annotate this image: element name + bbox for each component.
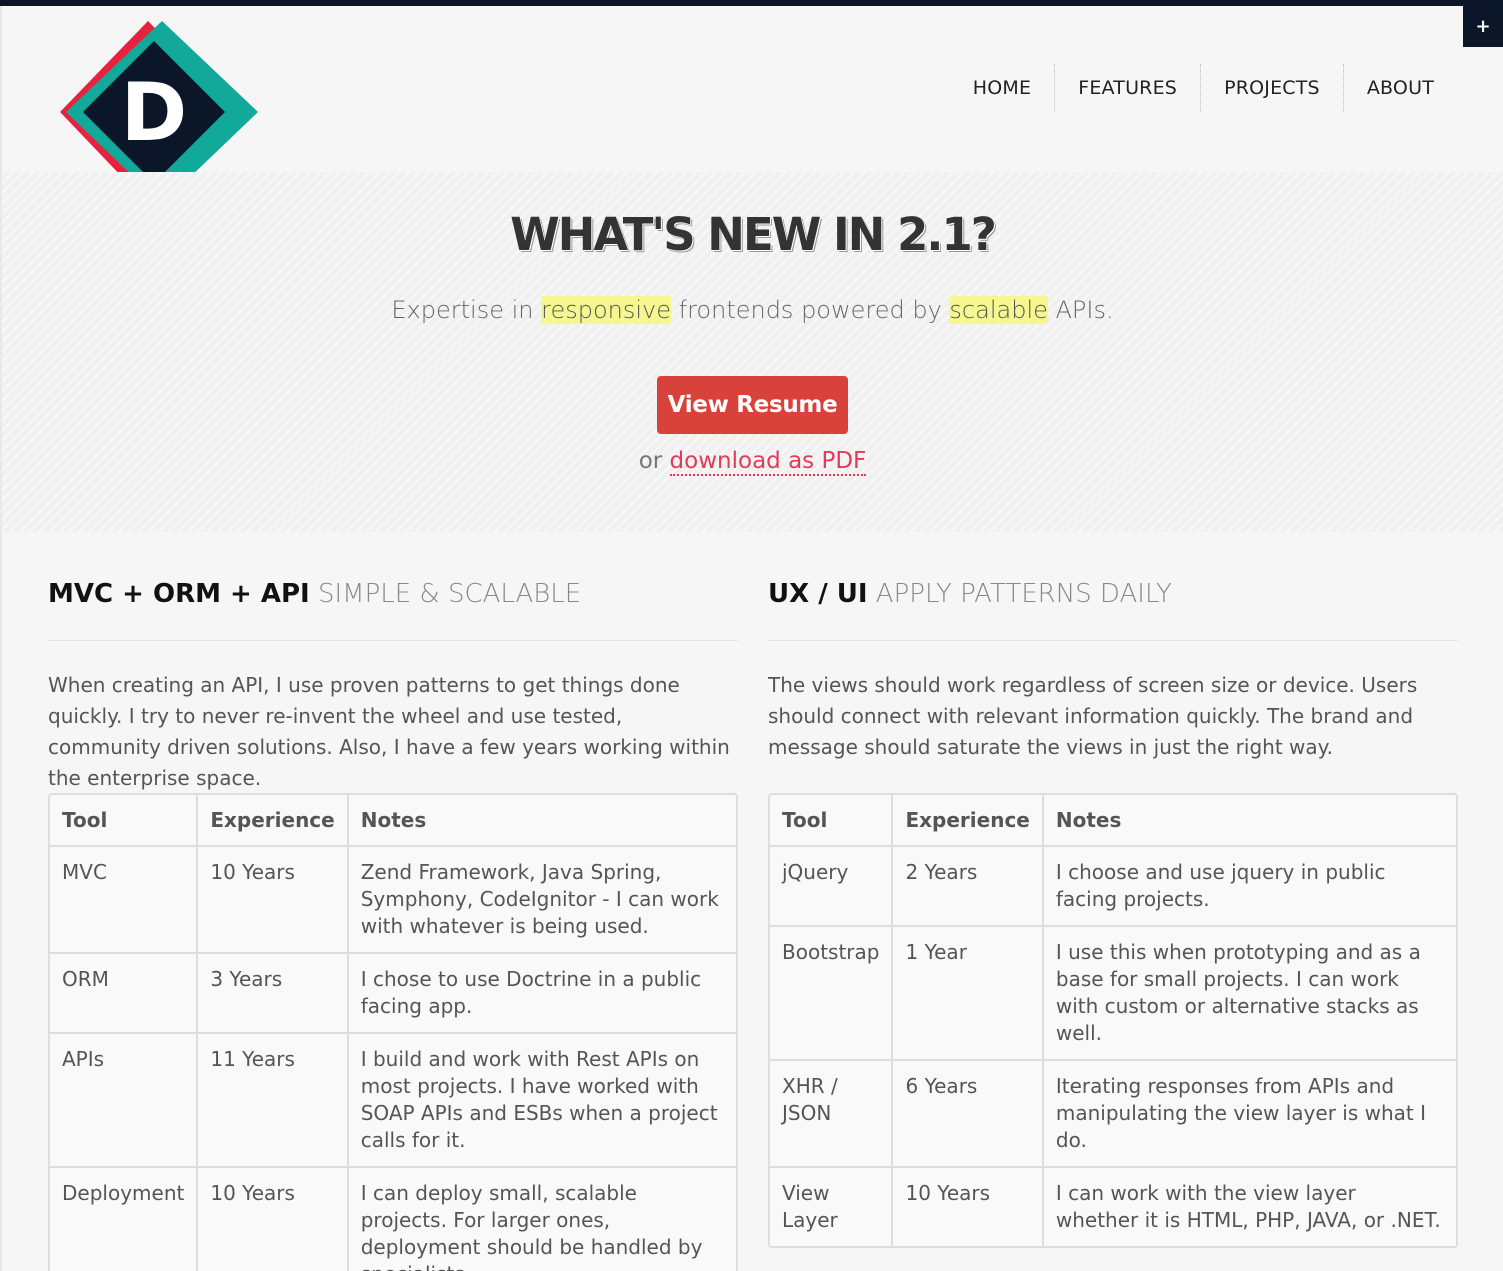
table-row: MVC 10 Years Zend Framework, Java Spring… [50, 845, 736, 952]
cell-notes: I build and work with Rest APIs on most … [346, 1032, 736, 1166]
divider [768, 640, 1458, 641]
cell-tool: APIs [50, 1032, 197, 1166]
backend-column: MVC + ORM + API SIMPLE & SCALABLE When c… [48, 575, 738, 1271]
cell-notes: I use this when prototyping and as a bas… [1041, 925, 1456, 1059]
cell-tool: ORM [50, 952, 197, 1032]
view-resume-button[interactable]: View Resume [657, 376, 848, 434]
main-nav: HOME FEATURES PROJECTS ABOUT [950, 64, 1457, 112]
frontend-description: The views should work regardless of scre… [768, 673, 1418, 759]
table-row: ORM 3 Years I chose to use Doctrine in a… [50, 952, 736, 1032]
tagline-part-1: Expertise in [391, 296, 542, 324]
cell-experience: 10 Years [196, 845, 347, 952]
hero-section: WHAT'S NEW IN 2.1? Expertise in responsi… [2, 172, 1503, 532]
column-header-tool: Tool [62, 808, 108, 832]
cell-notes: I can work with the view layer whether i… [1041, 1166, 1456, 1246]
hero-tagline: Expertise in responsive frontends powere… [2, 296, 1503, 324]
frontend-column: UX / UI APPLY PATTERNS DAILY The views s… [768, 575, 1458, 1248]
cell-tool: Bootstrap [770, 925, 892, 1059]
frontend-heading-main: UX / UI [768, 579, 868, 609]
tagline-part-3: APIs. [1047, 296, 1114, 324]
cell-notes: Zend Framework, Java Spring, Symphony, C… [346, 845, 736, 952]
cell-experience: 2 Years [891, 845, 1042, 925]
logo-letter: D [121, 66, 187, 159]
cell-notes: I can deploy small, scalable projects. F… [346, 1166, 736, 1271]
top-strip [0, 0, 1503, 6]
table-row: XHR / JSON 6 Years Iterating responses f… [770, 1059, 1456, 1166]
column-header-notes: Notes [346, 795, 736, 845]
tagline-highlight-responsive: responsive [541, 296, 671, 324]
nav-about[interactable]: ABOUT [1342, 64, 1457, 112]
cell-notes: I chose to use Doctrine in a public faci… [346, 952, 736, 1032]
backend-heading-sub: SIMPLE & SCALABLE [309, 579, 582, 609]
nav-projects[interactable]: PROJECTS [1200, 64, 1343, 112]
frontend-tools-table: Tool Experience Notes jQuery 2 Years I c… [768, 793, 1458, 1248]
table-header-row: Tool Experience Notes [770, 795, 1456, 845]
column-header-tool: Tool [782, 808, 828, 832]
cell-experience: 1 Year [891, 925, 1042, 1059]
cell-tool: MVC [50, 845, 197, 952]
cell-experience: 10 Years [891, 1166, 1042, 1246]
divider [48, 640, 738, 641]
cell-tool: Deployment [50, 1166, 197, 1271]
cell-experience: 3 Years [196, 952, 347, 1032]
cell-experience: 10 Years [196, 1166, 347, 1271]
pdf-line: or download as PDF [2, 448, 1503, 476]
download-pdf-link[interactable]: download as PDF [669, 448, 867, 476]
nav-features[interactable]: FEATURES [1054, 64, 1200, 112]
cell-notes: I choose and use jquery in public facing… [1041, 845, 1456, 925]
table-row: APIs 11 Years I build and work with Rest… [50, 1032, 736, 1166]
cell-experience: 11 Years [196, 1032, 347, 1166]
column-header-experience: Experience [196, 795, 346, 845]
cell-tool: jQuery [770, 845, 892, 925]
cell-experience: 6 Years [891, 1059, 1042, 1166]
table-row: View Layer 10 Years I can work with the … [770, 1166, 1456, 1246]
tagline-highlight-scalable: scalable [949, 296, 1048, 324]
column-header-notes: Notes [1041, 795, 1456, 845]
table-header-row: Tool Experience Notes [50, 795, 736, 845]
table-row: Bootstrap 1 Year I use this when prototy… [770, 925, 1456, 1059]
cell-tool: View Layer [770, 1166, 892, 1246]
tagline-part-2: frontends powered by [671, 296, 950, 324]
table-row: Deployment 10 Years I can deploy small, … [50, 1166, 736, 1271]
backend-tools-table: Tool Experience Notes MVC 10 Years Zend … [48, 793, 738, 1271]
expand-toggle-button[interactable]: + [1463, 6, 1503, 47]
nav-home[interactable]: HOME [950, 64, 1054, 112]
cell-tool: XHR / JSON [770, 1059, 892, 1166]
column-header-experience: Experience [891, 795, 1041, 845]
backend-description: When creating an API, I use proven patte… [48, 673, 730, 790]
cell-notes: Iterating responses from APIs and manipu… [1041, 1059, 1456, 1166]
table-row: jQuery 2 Years I choose and use jquery i… [770, 845, 1456, 925]
pdf-prefix: or [638, 448, 670, 474]
backend-heading: MVC + ORM + API SIMPLE & SCALABLE [48, 575, 738, 615]
hero-title: WHAT'S NEW IN 2.1? [510, 208, 997, 261]
frontend-heading-sub: APPLY PATTERNS DAILY [867, 579, 1172, 609]
backend-heading-main: MVC + ORM + API [48, 579, 310, 609]
frontend-heading: UX / UI APPLY PATTERNS DAILY [768, 575, 1458, 615]
